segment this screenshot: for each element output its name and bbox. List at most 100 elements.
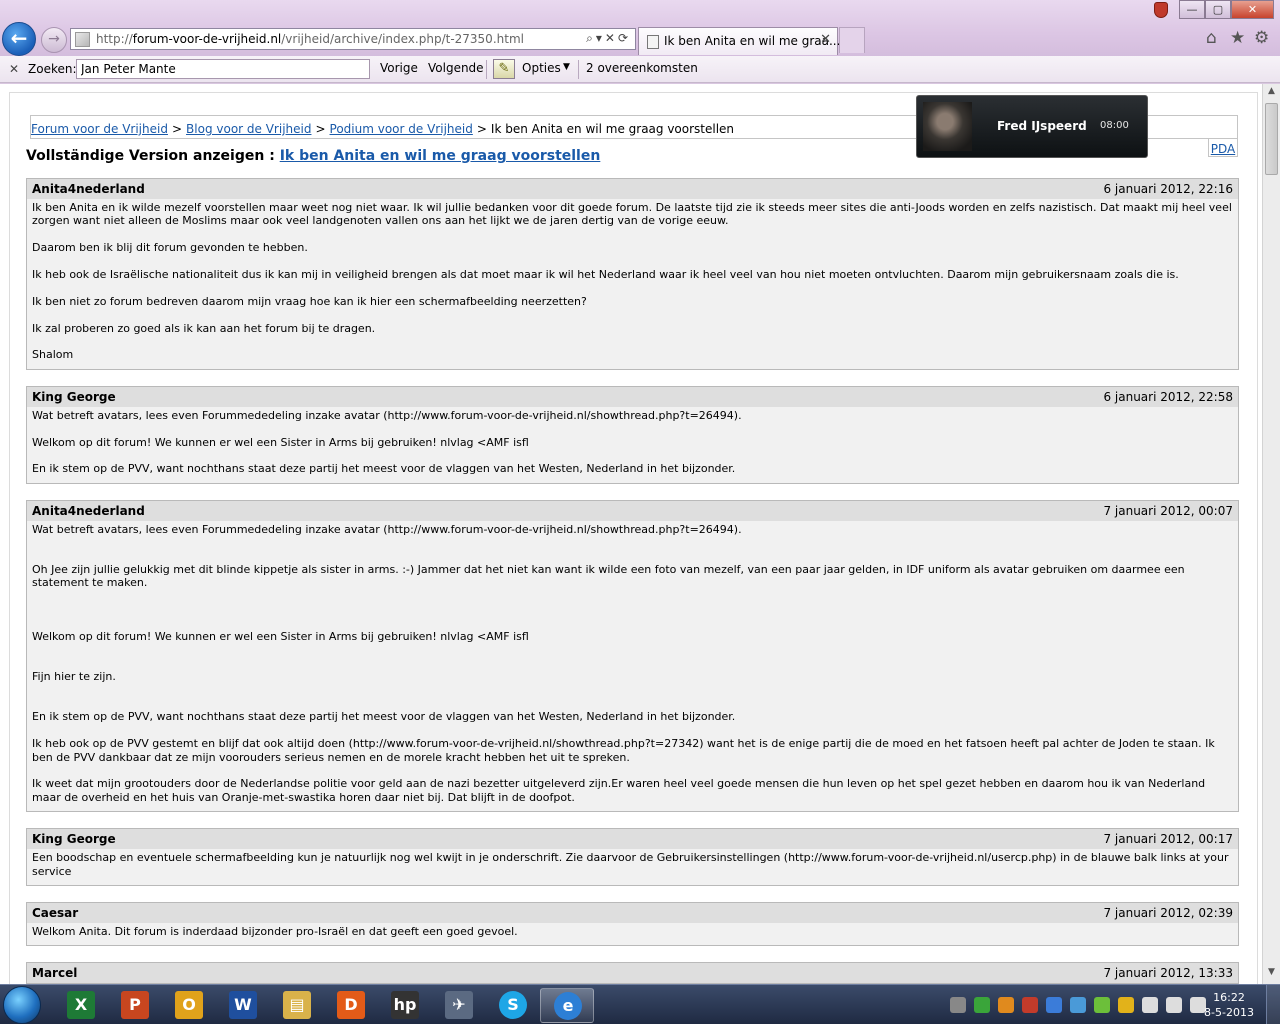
find-previous-button[interactable]: Vorige [380, 61, 418, 75]
url-path: /vrijheid/archive/index.php/t-27350.html [281, 32, 524, 46]
shield-icon[interactable] [1154, 2, 1168, 18]
taskbar-app-excel[interactable]: X [54, 988, 108, 1023]
clock[interactable]: 16:22 8-5-2013 [1200, 990, 1258, 1020]
tray-icon[interactable] [974, 997, 990, 1013]
close-window-button[interactable]: ✕ [1231, 0, 1274, 19]
find-label: Zoeken: [28, 62, 77, 76]
home-icon[interactable]: ⌂ [1206, 28, 1217, 48]
forum-post: Anita4nederland 7 januari 2012, 00:07 Wat … [26, 499, 1239, 813]
taskbar-app-daemon[interactable]: D [324, 988, 378, 1023]
tray-icon[interactable] [1046, 997, 1062, 1013]
post-paragraph: Welkom op dit forum! We kunnen er wel ee… [32, 435, 529, 449]
forum-archive-page: Forum voor de Vrijheid > Blog voor de Vrij… [9, 92, 1258, 992]
taskbar-app-explorer[interactable]: ▤ [270, 988, 324, 1023]
post-body: Wat betreft avatars, lees even Forummede… [27, 521, 1238, 811]
pda-link[interactable]: PDA [1208, 139, 1238, 157]
post-header: Marcel 7 januari 2012, 13:33 [27, 963, 1238, 984]
post-date: 7 januari 2012, 00:07 [1103, 503, 1233, 518]
post-body: Wat betreft avatars, lees even Forummede… [27, 407, 1238, 483]
taskbar: X P O W ▤ Dhp ✈ Se 16:22 8-5-2013 [0, 984, 1280, 1024]
post-header: King George 7 januari 2012, 00:17 [27, 829, 1238, 850]
tray-icon[interactable] [1142, 997, 1158, 1013]
show-desktop-button[interactable] [1266, 985, 1280, 1024]
scroll-thumb[interactable] [1265, 103, 1278, 175]
thread-title-link[interactable]: Ik ben Anita en wil me graag voorstellen [280, 148, 601, 164]
find-next-button[interactable]: Volgende [428, 61, 484, 75]
taskbar-app-outlook[interactable]: O [162, 988, 216, 1023]
post-paragraph: Welkom op dit forum! We kunnen er wel ee… [32, 630, 529, 643]
chevron-down-icon[interactable]: ▼ [563, 62, 570, 72]
outlook-icon: O [175, 991, 203, 1019]
video-notification-popup[interactable]: Fred IJspeerd 08:00 [916, 95, 1148, 158]
daemon-icon: D [337, 991, 365, 1019]
page-title-prefix: Vollständige Version anzeigen : [26, 148, 275, 164]
post-paragraph: En ik stem op de PVV, want nochthans sta… [32, 462, 736, 476]
tab-close-icon[interactable]: ✕ [820, 32, 831, 47]
post-paragraph: En ik stem op de PVV, want nochthans sta… [32, 710, 736, 724]
forward-button[interactable]: → [41, 27, 67, 53]
gear-icon[interactable]: ⚙ [1254, 28, 1269, 48]
post-date: 6 januari 2012, 22:16 [1103, 182, 1233, 196]
scroll-up-icon[interactable]: ▲ [1264, 86, 1279, 101]
tray-icon[interactable] [1070, 997, 1086, 1013]
breadcrumb-link[interactable]: Podium voor de Vrijheid [330, 122, 473, 136]
forum-post: Marcel 7 januari 2012, 13:33 [26, 962, 1239, 985]
powerpoint-icon: P [121, 991, 149, 1019]
post-header: King George 6 januari 2012, 22:58 [27, 386, 1238, 407]
scroll-down-icon[interactable]: ▼ [1264, 967, 1279, 982]
browser-tab-active[interactable]: Ik ben Anita en wil me graa... ✕ [638, 27, 840, 55]
post-paragraph: Ik zal proberen zo goed als ik kan aan h… [32, 321, 376, 335]
pencil-icon[interactable]: ✎ [493, 59, 515, 79]
tray-icon[interactable] [1166, 997, 1182, 1013]
clock-time: 16:22 [1213, 991, 1245, 1004]
post-header: Anita4nederland 6 januari 2012, 22:16 [27, 179, 1238, 199]
skype-icon: S [499, 991, 527, 1019]
tray-icon[interactable] [950, 997, 966, 1013]
taskbar-app-skype[interactable]: S [486, 988, 540, 1023]
excel-icon: X [67, 991, 95, 1019]
forum-post: King George 6 januari 2012, 22:58 Wat betr… [26, 385, 1239, 484]
address-bar[interactable]: http://forum-voor-de-vrijheid.nl/vrijhei… [70, 28, 636, 50]
tray-icon[interactable] [1094, 997, 1110, 1013]
breadcrumb-link[interactable]: Forum voor de Vrijheid [31, 122, 168, 136]
taskbar-app-hp[interactable]: hp [378, 988, 432, 1023]
post-paragraph: Wat betreft avatars, lees even Forummede… [32, 408, 742, 422]
tools-icon: ✈ [445, 991, 473, 1019]
post-header: Anita4nederland 7 januari 2012, 00:07 [27, 500, 1238, 521]
vertical-scrollbar[interactable]: ▲ ▼ [1262, 84, 1280, 984]
taskbar-app-tools[interactable]: ✈ [432, 988, 486, 1023]
find-options-button[interactable]: Opties [522, 61, 561, 75]
taskbar-app-powerpoint[interactable]: P [108, 988, 162, 1023]
breadcrumb-link[interactable]: Blog voor de Vrijheid [186, 122, 311, 136]
taskbar-app-internet-explorer[interactable]: e [540, 988, 594, 1023]
tray-icon[interactable] [1118, 997, 1134, 1013]
back-button[interactable]: ← [2, 22, 36, 56]
post-paragraph: Ik heb ook op de PVV gestemt en blijf da… [32, 737, 1215, 764]
new-tab-button[interactable] [839, 27, 865, 53]
post-body: Ik ben Anita en ik wilde mezelf voorstel… [27, 199, 1238, 369]
post-list: Anita4nederland 6 januari 2012, 22:16 Ik b… [26, 178, 1239, 1000]
maximize-button[interactable]: ▢ [1205, 0, 1231, 19]
post-date: 7 januari 2012, 13:33 [1103, 966, 1233, 981]
taskbar-app-word[interactable]: W [216, 988, 270, 1023]
address-url[interactable]: http://forum-voor-de-vrijheid.nl/vrijhei… [96, 32, 524, 46]
clock-date: 8-5-2013 [1204, 1006, 1254, 1019]
explorer-icon: ▤ [283, 991, 311, 1019]
document-icon [647, 35, 659, 49]
forum-post: King George 7 januari 2012, 00:17 Een bood… [26, 828, 1239, 887]
address-tools-icon[interactable]: ⌕▾✕⟳ [586, 31, 631, 46]
post-paragraph: Fijn hier te zijn. [32, 670, 116, 684]
page-title: Vollständige Version anzeigen : Ik ben A… [26, 148, 600, 164]
hp-icon: hp [391, 991, 419, 1019]
find-input[interactable] [76, 59, 370, 79]
post-author: Caesar [32, 906, 79, 921]
minimize-button[interactable]: — [1179, 0, 1205, 19]
tray-icon[interactable] [998, 997, 1014, 1013]
tray-icon[interactable] [1022, 997, 1038, 1013]
post-body: Een boodschap en eventuele schermafbeeld… [27, 849, 1238, 885]
start-button[interactable] [3, 986, 41, 1024]
post-author: Anita4nederland [32, 503, 145, 518]
post-paragraph: Daarom ben ik blij dit forum gevonden te… [32, 241, 308, 255]
favorites-star-icon[interactable]: ★ [1230, 28, 1245, 48]
find-close-icon[interactable]: ✕ [9, 62, 19, 76]
